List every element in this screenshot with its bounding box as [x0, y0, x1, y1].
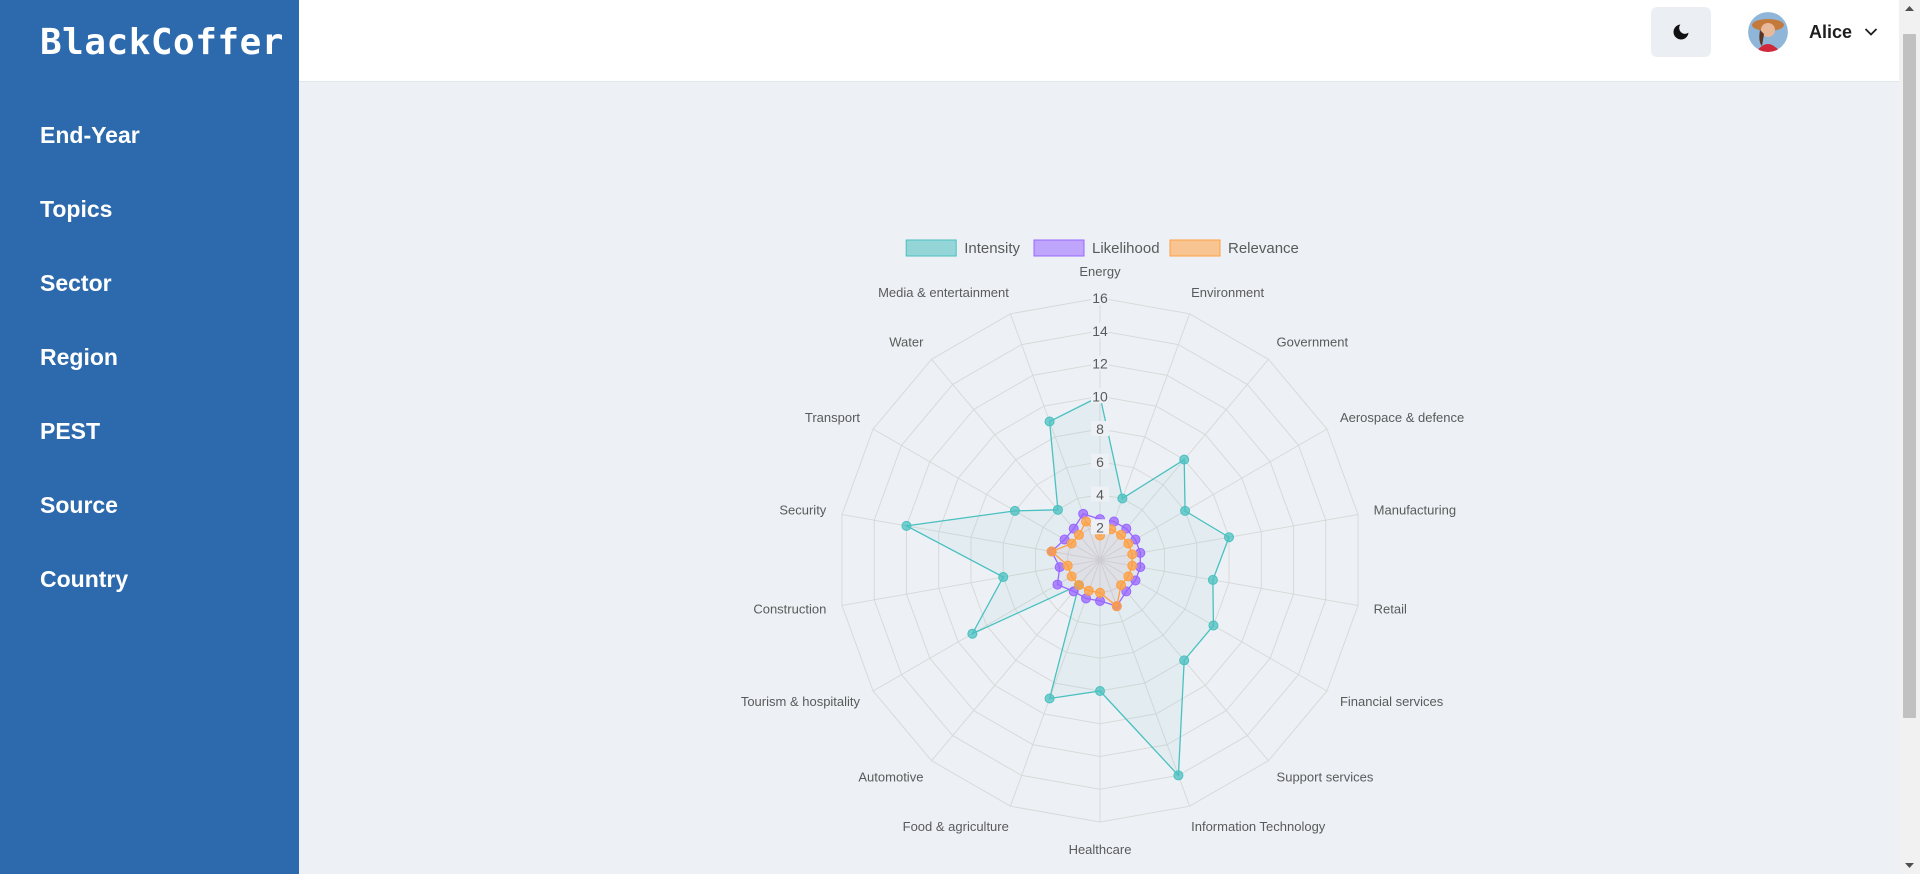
data-point-relevance-security — [1046, 546, 1057, 557]
data-point-relevance-healthcare — [1095, 587, 1105, 598]
tick-label-2: 2 — [1096, 519, 1104, 535]
category-label-support-services: Support services — [1277, 770, 1374, 785]
category-label-manufacturing: Manufacturing — [1374, 503, 1456, 518]
tick-label-8: 8 — [1096, 421, 1104, 437]
tick-label-14: 14 — [1092, 323, 1108, 339]
category-label-environment: Environment — [1191, 285, 1264, 300]
tick-label-12: 12 — [1092, 356, 1108, 372]
legend-label-relevance: Relevance — [1228, 240, 1299, 257]
category-label-construction: Construction — [753, 601, 826, 616]
category-label-information-technology: Information Technology — [1191, 819, 1326, 834]
radar-chart: 2 4 6 8 10 12 14 16 Energy Environment Government A… — [741, 239, 1464, 857]
tick-label-4: 4 — [1096, 487, 1104, 503]
data-point-relevance-government — [1116, 529, 1127, 540]
data-point-intensity-transport — [1009, 505, 1020, 516]
category-label-water: Water — [889, 334, 924, 349]
legend-swatch-intensity — [905, 239, 957, 257]
legend-label-likelihood: Likelihood — [1092, 240, 1160, 257]
category-label-media-and-entertainment: Media & entertainment — [878, 285, 1009, 300]
data-point-intensity-retail — [1207, 574, 1218, 585]
data-point-intensity-financial-services — [1208, 620, 1219, 631]
data-point-relevance-tourism-and-hospitality — [1066, 571, 1077, 582]
legend-item-intensity[interactable]: Intensity — [905, 239, 1021, 257]
category-label-transport: Transport — [805, 410, 861, 425]
category-label-healthcare: Healthcare — [1069, 842, 1132, 857]
data-point-intensity-healthcare — [1095, 686, 1105, 696]
data-point-relevance-manufacturing — [1127, 549, 1138, 560]
data-point-likelihood-retail — [1135, 562, 1146, 573]
tick-label-10: 10 — [1092, 388, 1108, 404]
category-label-financial-services: Financial services — [1340, 694, 1444, 709]
data-point-likelihood-tourism-and-hospitality — [1052, 579, 1063, 590]
legend-label-intensity: Intensity — [964, 240, 1020, 257]
data-point-intensity-media-and-entertainment — [1044, 416, 1055, 427]
data-point-intensity-information-technology — [1173, 770, 1184, 781]
legend-item-relevance[interactable]: Relevance — [1169, 239, 1299, 257]
data-point-relevance-automotive — [1073, 580, 1084, 591]
data-point-likelihood-manufacturing — [1135, 547, 1146, 558]
category-label-security: Security — [779, 503, 826, 518]
data-point-relevance-retail — [1127, 560, 1138, 571]
legend-swatch-likelihood — [1033, 239, 1085, 257]
data-point-intensity-manufacturing — [1224, 532, 1235, 543]
data-point-intensity-food-and-agriculture — [1044, 693, 1055, 704]
category-label-food-and-agriculture: Food & agriculture — [903, 819, 1009, 834]
data-point-relevance-construction — [1062, 560, 1073, 571]
legend-item-likelihood[interactable]: Likelihood — [1033, 239, 1160, 257]
data-point-likelihood-healthcare — [1095, 595, 1105, 606]
data-point-relevance-aerospace-and-defence — [1123, 538, 1134, 549]
chart-legend: Intensity Likelihood Relevance — [905, 239, 1299, 257]
data-point-relevance-water — [1073, 529, 1084, 540]
data-point-intensity-government — [1179, 454, 1190, 465]
category-label-tourism-and-hospitality: Tourism & hospitality — [741, 694, 861, 709]
data-point-relevance-food-and-agriculture — [1083, 585, 1094, 596]
data-point-relevance-information-technology — [1111, 601, 1122, 612]
category-label-energy: Energy — [1079, 264, 1121, 279]
data-point-intensity-aerospace-and-defence — [1180, 505, 1191, 516]
tick-label-6: 6 — [1096, 454, 1104, 470]
category-label-government: Government — [1277, 334, 1349, 349]
data-point-relevance-support-services — [1116, 580, 1127, 591]
data-point-likelihood-construction — [1054, 562, 1065, 573]
tick-label-16: 16 — [1092, 290, 1108, 306]
data-point-intensity-support-services — [1179, 655, 1190, 666]
category-label-retail: Retail — [1374, 601, 1407, 616]
data-point-relevance-financial-services — [1123, 571, 1134, 582]
data-point-intensity-environment — [1117, 493, 1128, 504]
category-label-aerospace-and-defence: Aerospace & defence — [1340, 410, 1464, 425]
data-point-intensity-construction — [998, 572, 1009, 583]
data-point-relevance-media-and-entertainment — [1080, 516, 1091, 527]
data-point-intensity-tourism-and-hospitality — [967, 628, 978, 639]
category-label-automotive: Automotive — [858, 770, 923, 785]
legend-swatch-relevance — [1169, 239, 1221, 257]
data-point-intensity-water — [1052, 504, 1063, 515]
data-point-relevance-transport — [1066, 538, 1077, 549]
data-point-intensity-security — [901, 520, 912, 531]
